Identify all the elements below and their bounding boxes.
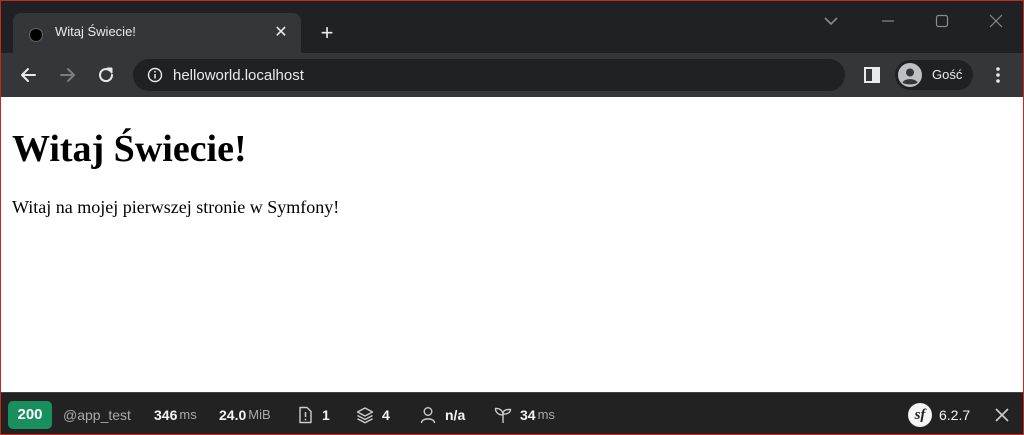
- tab-active[interactable]: Witaj Świecie! ✕: [13, 13, 301, 53]
- side-panel-icon[interactable]: [863, 66, 881, 84]
- memory-value: 24.0: [219, 406, 247, 423]
- avatar-icon: [898, 63, 922, 87]
- window-close-icon[interactable]: [983, 9, 1009, 33]
- log-file-icon: [299, 406, 312, 423]
- toolbar-close-icon[interactable]: [993, 406, 1011, 424]
- browser-window: Witaj Świecie! ✕ + helloworld.localhost …: [0, 0, 1024, 435]
- user-icon: [420, 406, 436, 423]
- browser-toolbar: helloworld.localhost Gość: [1, 53, 1023, 97]
- symfony-logo-icon: sf: [908, 402, 932, 427]
- profile-name: Gość: [932, 67, 963, 82]
- doctrine-unit: ms: [537, 407, 555, 422]
- sprout-icon: [494, 407, 512, 423]
- twig-count: 4: [382, 406, 390, 423]
- route-name: @app_test: [63, 406, 131, 423]
- tab-close-icon[interactable]: ✕: [271, 23, 291, 43]
- minimize-icon[interactable]: [875, 9, 901, 33]
- kebab-menu-icon[interactable]: [989, 65, 1007, 85]
- page-paragraph: Witaj na mojej pierwszej stronie w Symfo…: [12, 197, 340, 217]
- address-bar[interactable]: helloworld.localhost: [133, 59, 845, 91]
- new-tab-button[interactable]: +: [315, 21, 339, 45]
- chevron-down-icon[interactable]: [821, 11, 841, 31]
- route-item[interactable]: @app_test: [63, 393, 131, 434]
- info-icon[interactable]: [147, 67, 163, 83]
- time-unit: ms: [179, 407, 197, 422]
- maximize-icon[interactable]: [929, 9, 955, 33]
- profile-button[interactable]: Gość: [895, 60, 973, 90]
- tab-strip: Witaj Świecie! ✕ +: [1, 1, 1023, 53]
- user-item[interactable]: n/a: [419, 393, 466, 434]
- favicon-icon: [29, 28, 43, 42]
- time-item[interactable]: 346 ms: [154, 393, 197, 434]
- memory-unit: MiB: [248, 407, 271, 422]
- arrow-right-icon[interactable]: [57, 64, 79, 86]
- reload-icon[interactable]: [95, 64, 117, 86]
- arrow-left-icon[interactable]: [17, 64, 39, 86]
- layers-icon: [356, 406, 374, 423]
- status-code-badge[interactable]: 200: [8, 401, 52, 429]
- logs-count: 1: [322, 406, 330, 423]
- page-content: Witaj Świecie! Witaj na mojej pierwszej …: [1, 97, 1023, 391]
- doctrine-value: 34: [520, 406, 536, 423]
- symfony-debug-toolbar: 200 @app_test 346 ms 24.0 MiB 1 4 n/a 34…: [1, 392, 1023, 434]
- symfony-logo-glyph: sf: [914, 406, 926, 423]
- tab-title: Witaj Świecie!: [55, 24, 136, 39]
- memory-item[interactable]: 24.0 MiB: [219, 393, 271, 434]
- logs-item[interactable]: 1: [296, 393, 330, 434]
- twig-item[interactable]: 4: [356, 393, 390, 434]
- symfony-version: 6.2.7: [939, 406, 971, 423]
- doctrine-item[interactable]: 34 ms: [494, 393, 555, 434]
- time-value: 346: [154, 406, 178, 423]
- page-heading: Witaj Świecie!: [12, 128, 247, 170]
- symfony-version-item[interactable]: sf 6.2.7: [908, 393, 971, 434]
- address-url[interactable]: helloworld.localhost: [173, 67, 304, 84]
- user-value: n/a: [445, 406, 466, 423]
